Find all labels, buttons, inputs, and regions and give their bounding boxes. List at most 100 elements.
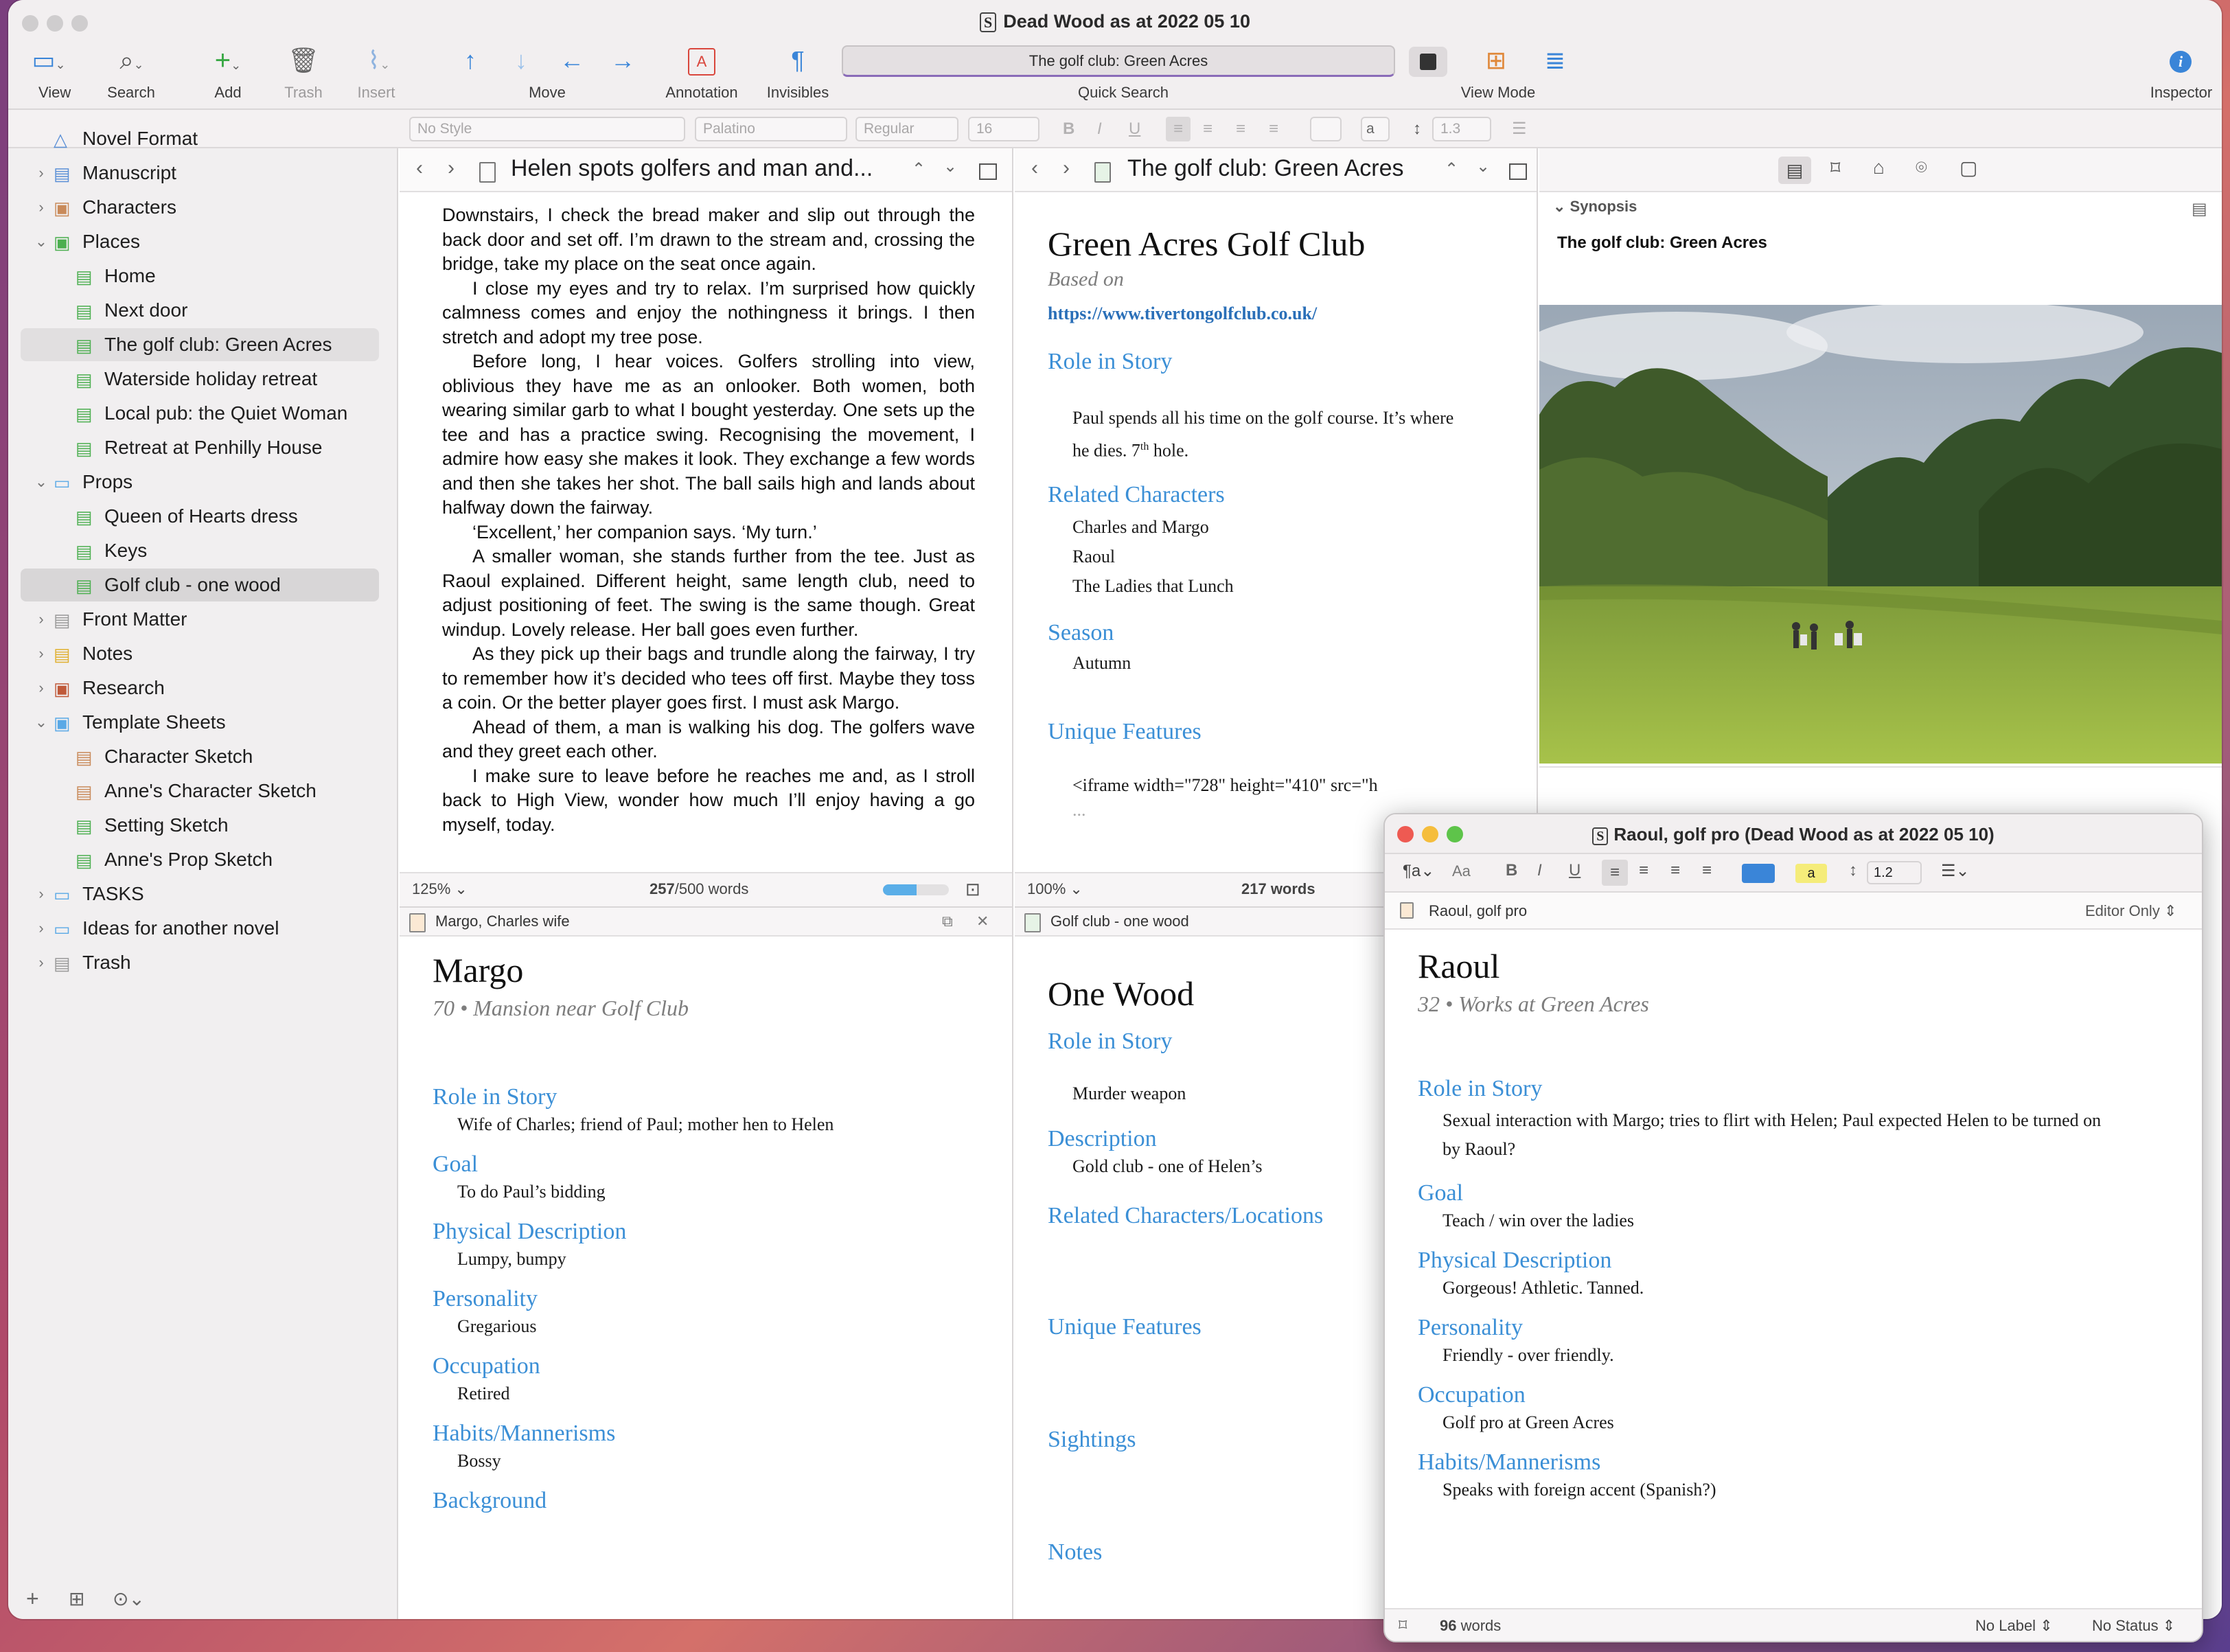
align-center-button[interactable]: ≡ [1203, 117, 1212, 141]
binder-item[interactable]: ▤ Home [8, 260, 379, 292]
label-select[interactable]: No Label ⇕ [1975, 1609, 2053, 1641]
outliner-icon[interactable]: ≣ [1538, 45, 1572, 76]
zoom-select[interactable]: 125% ⌄ [412, 873, 468, 905]
binder-item[interactable]: › ▭ TASKS [8, 877, 379, 910]
binder-item[interactable]: ▤ Golf club - one wood [21, 569, 379, 601]
editor-mode-select[interactable]: Editor Only ⇕ [2085, 902, 2176, 920]
binder-item[interactable]: › ▤ Trash [8, 946, 379, 979]
close-icon[interactable]: ✕ [976, 908, 989, 935]
binder-item[interactable]: ▤ Anne's Prop Sketch [8, 843, 379, 876]
camera-icon[interactable]: ⌾ [1916, 157, 1927, 179]
quick-search-field[interactable]: The golf club: Green Acres [842, 45, 1395, 77]
binder-item[interactable]: ▤ Anne's Character Sketch [8, 775, 379, 807]
text-color-select[interactable] [1742, 864, 1775, 883]
chevron-right-icon[interactable]: › [33, 191, 49, 224]
chevron-up-icon[interactable]: ⌃ [912, 159, 926, 179]
align-left-button[interactable]: ≡ [1166, 117, 1191, 141]
chevron-down-icon[interactable]: ⌄ [33, 466, 49, 498]
binder-item[interactable]: ▤ Character Sketch [8, 740, 379, 773]
pilcrow-icon[interactable]: ¶ [777, 45, 818, 76]
font-select[interactable]: Palatino [695, 117, 847, 141]
binder-item[interactable]: ▤ Keys [8, 534, 379, 567]
add-icon[interactable]: + [26, 1586, 39, 1611]
trash-icon[interactable]: 🗑 [283, 45, 324, 76]
new-folder-icon[interactable]: ⊞ [69, 1587, 84, 1610]
justify-button[interactable]: ≡ [1702, 861, 1712, 880]
chevron-right-icon[interactable]: › [33, 637, 49, 670]
setting-sheet[interactable]: Green Acres Golf Club Based on https://w… [1048, 224, 1528, 821]
chevron-right-icon[interactable]: › [33, 946, 49, 979]
chevron-up-icon[interactable]: ⌃ [1445, 159, 1458, 179]
binder-item[interactable]: ▤ Retreat at Penhilly House [8, 431, 379, 464]
text-color-select[interactable] [1310, 117, 1342, 141]
chevron-right-icon[interactable]: › [33, 877, 49, 910]
binder-item[interactable]: › ▤ Front Matter [8, 603, 379, 636]
binder-item[interactable]: ▤ Waterside holiday retreat [8, 363, 379, 395]
bold-button[interactable]: B [1506, 861, 1517, 880]
split-icon[interactable] [979, 163, 997, 180]
binder-item[interactable]: ▤ Next door [8, 294, 379, 327]
back-icon[interactable]: ‹ [1031, 157, 1038, 180]
binder-item[interactable]: › ▭ Ideas for another novel [8, 912, 379, 945]
split-icon[interactable] [1509, 163, 1527, 180]
view-icon[interactable]: ▭⌄ [25, 45, 73, 80]
line-spacing-select[interactable]: 1.2 [1867, 861, 1922, 884]
binder-item[interactable]: ⌄ ▣ Template Sheets [8, 706, 379, 739]
underline-button[interactable]: U [1129, 117, 1140, 141]
size-select[interactable]: 16 [968, 117, 1039, 141]
forward-icon[interactable]: › [1063, 157, 1070, 180]
binder-item[interactable]: › ▤ Notes [8, 637, 379, 670]
weight-select[interactable]: Regular [855, 117, 958, 141]
chevron-down-icon[interactable]: ⌄ [33, 706, 49, 739]
info-icon[interactable]: i [2170, 51, 2192, 73]
more-options-icon[interactable]: ⊙⌄ [113, 1587, 145, 1610]
binder-item[interactable]: › ▣ Research [8, 672, 379, 704]
highlight-select[interactable]: a [1795, 864, 1827, 883]
character-sheet[interactable]: Margo 70 • Mansion near Golf Club Role i… [433, 950, 982, 1539]
scrivenings-mode-button[interactable] [1409, 47, 1447, 77]
annotation-icon[interactable]: A [688, 48, 715, 76]
binder-item[interactable]: ⌄ ▣ Places [8, 225, 379, 258]
chevron-right-icon[interactable]: › [33, 672, 49, 704]
italic-button[interactable]: I [1097, 117, 1102, 141]
reference-link[interactable]: https://www.tivertongolfclub.co.uk/ [1048, 303, 1528, 324]
corkboard-icon[interactable]: ⊞ [1479, 45, 1513, 76]
binder-item[interactable]: › ▤ Manuscript [8, 157, 379, 190]
style-select[interactable]: No Style [409, 117, 685, 141]
paperclip-icon[interactable]: ⌇⌄ [352, 45, 406, 80]
justify-button[interactable]: ≡ [1269, 117, 1278, 141]
float-character-sheet[interactable]: Raoul 32 • Works at Green Acres Role in … [1418, 946, 2180, 1500]
binder-item[interactable]: ▤ The golf club: Green Acres [21, 328, 379, 361]
chevron-down-icon[interactable]: ⌄ [943, 157, 957, 176]
list-icon[interactable]: ☰⌄ [1941, 861, 1970, 881]
italic-button[interactable]: I [1537, 861, 1542, 880]
synopsis-title[interactable]: The golf club: Green Acres [1557, 233, 1767, 253]
tag-icon[interactable]: ⌂ [1873, 157, 1885, 179]
status-select[interactable]: No Status ⇕ [2092, 1609, 2175, 1641]
chevron-right-icon[interactable]: › [33, 157, 49, 190]
bookmark-icon[interactable]: ⌑ [1399, 1609, 1407, 1641]
chevron-down-icon[interactable]: ⌄ [1476, 157, 1490, 176]
notes-tab-icon[interactable]: ▤ [1778, 157, 1811, 184]
list-icon[interactable]: ☰ [1512, 117, 1527, 141]
comment-icon[interactable]: ▢ [1959, 157, 1977, 179]
open-external-icon[interactable]: ⧉ [942, 908, 953, 935]
back-icon[interactable]: ‹ [416, 157, 423, 180]
move-down-icon[interactable]: ↓ [504, 45, 538, 76]
highlight-select[interactable]: a [1361, 117, 1390, 141]
synopsis-mode-icon[interactable]: ▤ [2192, 199, 2207, 219]
zoom-select[interactable]: 100% ⌄ [1027, 873, 1083, 905]
binder-item[interactable]: ▤ Setting Sketch [8, 809, 379, 842]
line-spacing-select[interactable]: 1.3 [1432, 117, 1491, 141]
paragraph-style-icon[interactable]: ¶a⌄ [1403, 861, 1434, 881]
fonts-icon[interactable]: Aa [1452, 862, 1471, 880]
manuscript-text[interactable]: Downstairs, I check the bread maker and … [442, 203, 975, 862]
align-center-button[interactable]: ≡ [1639, 861, 1648, 880]
target-icon[interactable]: ⊡ [965, 873, 980, 905]
synopsis-header[interactable]: ⌄ Synopsis [1553, 198, 1637, 216]
chevron-right-icon[interactable]: › [33, 912, 49, 945]
bookmark-icon[interactable]: ⌑ [1830, 157, 1840, 179]
move-left-icon[interactable]: ← [555, 45, 589, 76]
binder-item[interactable]: ⌄ ▭ Props [8, 466, 379, 498]
align-right-button[interactable]: ≡ [1236, 117, 1245, 141]
